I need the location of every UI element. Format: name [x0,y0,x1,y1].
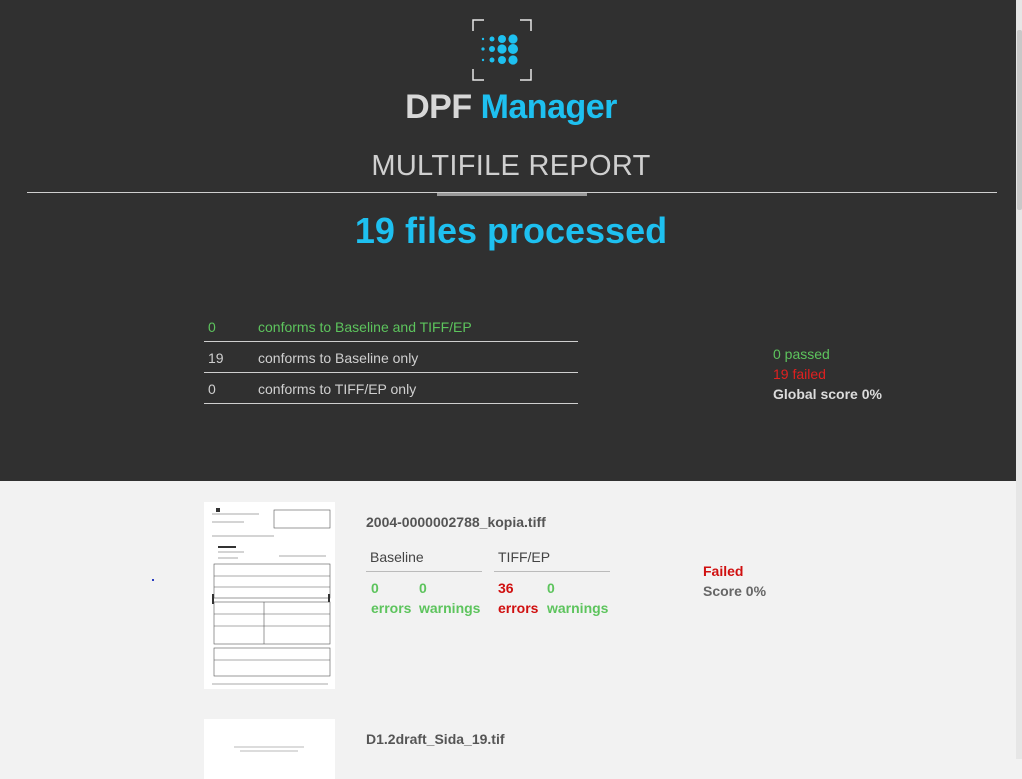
baseline-errors-label: errors [371,600,412,616]
tiffep-errors-count: 36 [498,580,514,596]
conformance-count: 19 [208,350,224,366]
conformance-label: conforms to Baseline only [258,350,419,366]
conformance-label: conforms to TIFF/EP only [258,381,417,397]
baseline-errors: 0 errors [371,578,411,618]
document-preview-icon [204,719,335,779]
dpf-logo-icon [472,19,532,81]
tiffep-errors-label: errors [498,600,539,616]
tiffep-errors: 36 errors [498,578,538,618]
conformance-row: 0 conforms to Baseline and TIFF/EP [204,311,578,342]
tiffep-warnings-count: 0 [547,580,555,596]
file-score: Score 0% [703,583,767,599]
tiffep-header: TIFF/EP [494,549,610,572]
scrollbar-thumb[interactable] [1017,30,1022,210]
brand-title: DPF Manager [0,88,1022,127]
baseline-header: Baseline [366,549,482,572]
conformance-count: 0 [208,381,216,397]
file-name[interactable]: 2004-0000002788_kopia.tiff [366,514,546,530]
passed-count: 0 passed [773,346,830,362]
conformance-count: 0 [208,319,216,335]
document-preview-icon [204,502,335,689]
conformance-row: 19 conforms to Baseline only [204,342,578,373]
file-thumbnail[interactable] [204,719,335,779]
title-divider-accent [437,193,587,196]
conformance-row: 0 conforms to TIFF/EP only [204,373,578,404]
global-score: Global score 0% [773,386,882,402]
baseline-warnings-count: 0 [419,580,427,596]
files-processed-count: 19 files processed [354,210,668,251]
conformance-table: 0 conforms to Baseline and TIFF/EP 19 co… [204,311,578,404]
file-status: Failed Score 0% [703,561,766,601]
file-name[interactable]: D1.2draft_Sida_19.tif [366,731,505,747]
file-thumbnail[interactable] [204,502,335,689]
brand-dpf: DPF [405,88,472,126]
failed-count: 19 failed [773,366,826,382]
baseline-warnings-label: warnings [419,600,481,616]
status-failed: Failed [703,563,744,579]
report-title: MULTIFILE REPORT [371,150,651,182]
global-summary: 0 passed 19 failed Global score 0% [773,344,882,404]
conformance-label: conforms to Baseline and TIFF/EP [258,319,472,335]
baseline-errors-count: 0 [371,580,379,596]
baseline-warnings: 0 warnings [419,578,480,618]
stray-dot [152,579,154,581]
report-header-section: DPF Manager MULTIFILE REPORT 19 files pr… [0,0,1016,481]
tiffep-warnings: 0 warnings [547,578,608,618]
brand-manager: Manager [480,88,618,126]
tiffep-warnings-label: warnings [547,600,609,616]
vertical-scrollbar[interactable] [1016,0,1022,759]
